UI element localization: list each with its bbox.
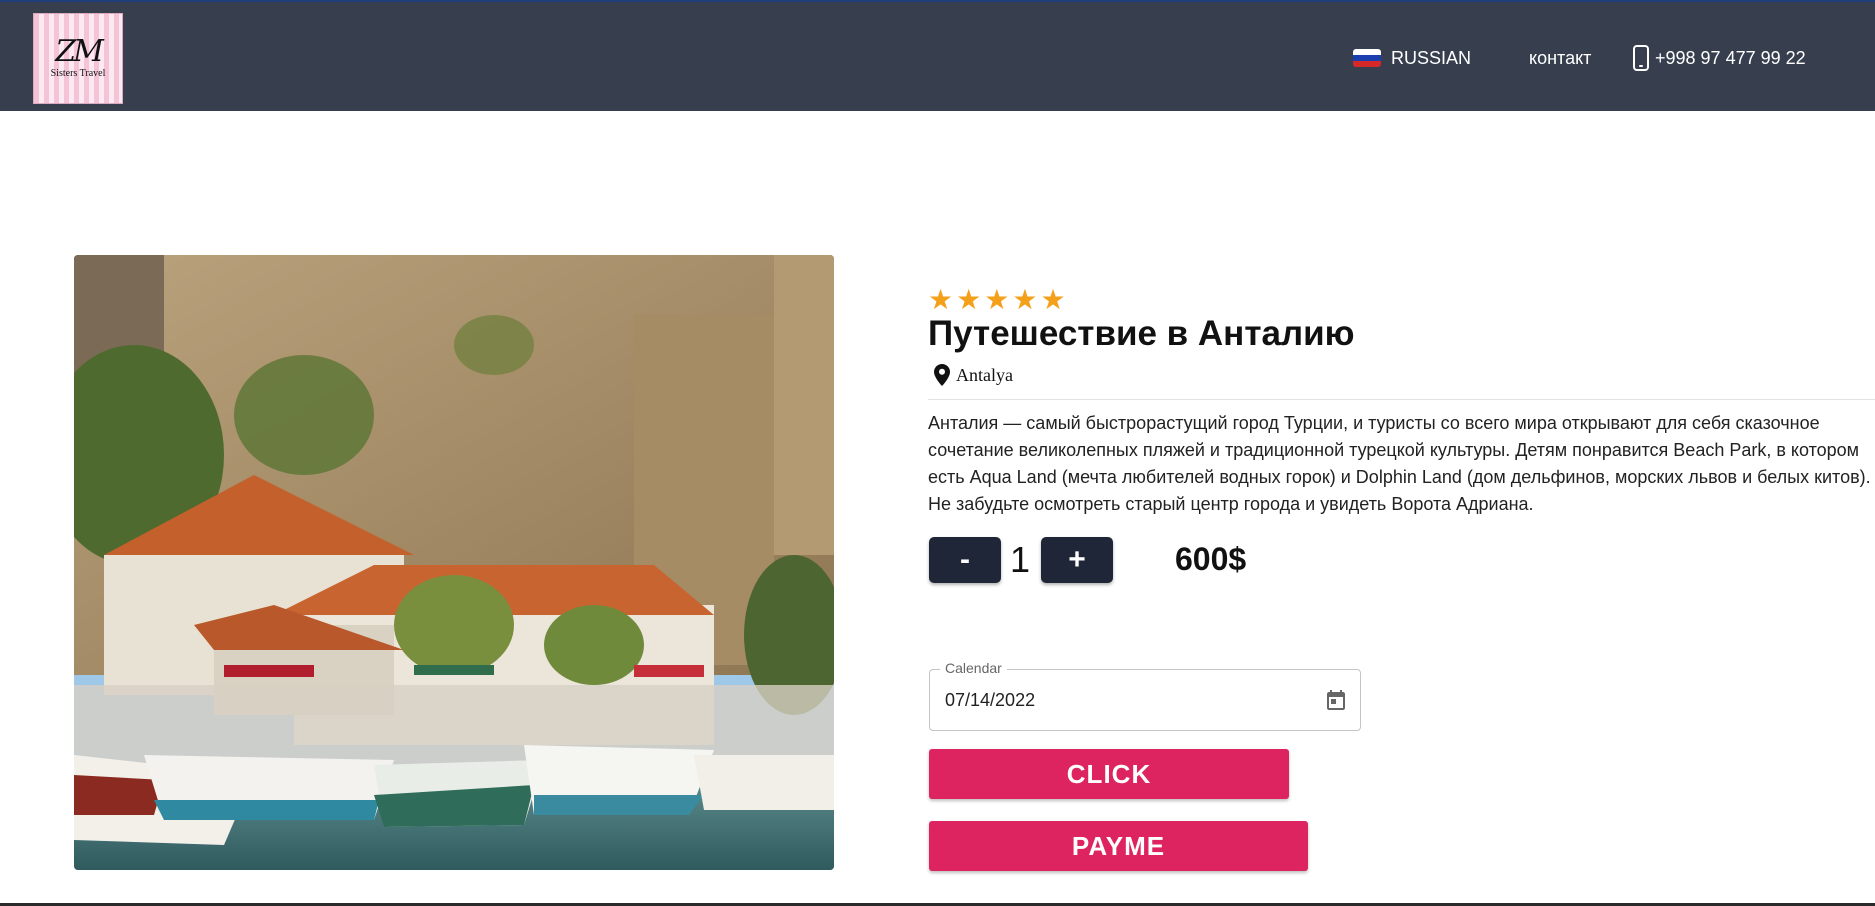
star-icon: ★: [928, 284, 954, 315]
phone-link[interactable]: +998 97 477 99 22: [1633, 45, 1806, 71]
tour-photo: [74, 255, 834, 870]
increase-quantity-button[interactable]: +: [1041, 537, 1113, 583]
rating-stars: ★ ★ ★ ★ ★: [928, 286, 1066, 314]
decrease-quantity-button[interactable]: -: [929, 537, 1001, 583]
payme-payment-button[interactable]: PAYME: [929, 821, 1308, 871]
calendar-icon[interactable]: [1324, 688, 1348, 712]
mobile-phone-icon: [1633, 45, 1649, 71]
top-navbar: ZM Sisters Travel RUSSIAN контакт +998 9…: [0, 0, 1875, 111]
location-pin-icon: [934, 364, 950, 386]
tour-price: 600$: [1175, 541, 1247, 577]
star-icon: ★: [1040, 284, 1066, 315]
star-icon: ★: [984, 284, 1010, 315]
location-name: Antalya: [956, 364, 1013, 385]
click-payment-button[interactable]: CLICK: [929, 749, 1289, 799]
russia-flag-icon: [1353, 49, 1381, 67]
tour-title: Путешествие в Анталию: [928, 314, 1355, 353]
star-icon: ★: [1012, 284, 1038, 315]
phone-number: +998 97 477 99 22: [1655, 47, 1806, 68]
language-label: RUSSIAN: [1391, 47, 1472, 68]
contact-link[interactable]: контакт: [1529, 48, 1591, 69]
divider: [928, 399, 1875, 400]
language-selector[interactable]: RUSSIAN: [1353, 47, 1471, 69]
tour-description: Анталия — самый быстрорастущий город Тур…: [928, 413, 1871, 514]
logo-monogram: ZM: [55, 34, 104, 69]
star-icon: ★: [956, 284, 982, 315]
logo-text: Sisters Travel: [50, 68, 106, 79]
calendar-field[interactable]: Calendar: [929, 660, 1361, 731]
tour-location: Antalya: [934, 364, 1013, 386]
date-input[interactable]: [945, 690, 1295, 711]
calendar-label: Calendar: [940, 660, 1007, 676]
site-logo[interactable]: ZM Sisters Travel: [33, 13, 123, 104]
quantity-value: 1: [1010, 539, 1031, 580]
